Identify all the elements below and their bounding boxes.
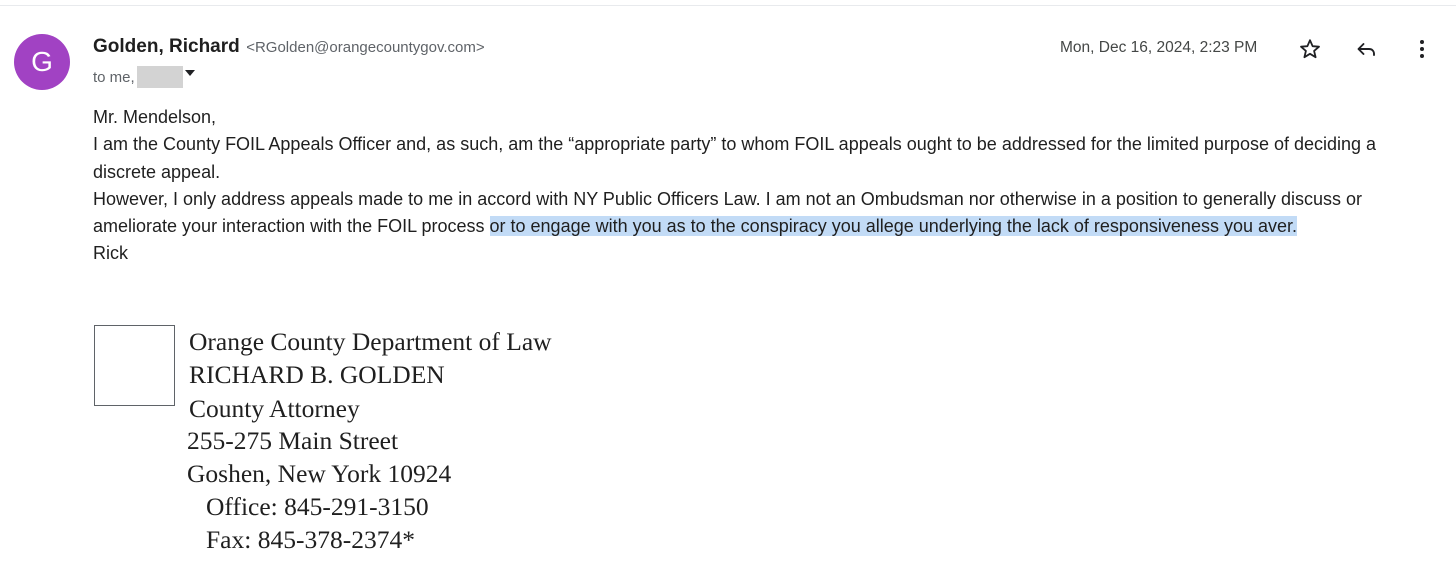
signature-street: 255-275 Main Street xyxy=(187,426,399,455)
sender-email: <RGolden@orangecountygov.com> xyxy=(246,39,485,56)
reply-icon xyxy=(1357,43,1375,56)
signature-office-phone: Office: 845-291-3150 xyxy=(206,492,429,521)
highlighted-text: or to engage with you as to the conspira… xyxy=(489,216,1298,237)
redacted-recipient xyxy=(136,66,183,88)
body-paragraph-2: However, I only address appeals made to … xyxy=(93,186,1413,241)
body-paragraph-1: I am the County FOIL Appeals Officer and… xyxy=(93,134,1377,182)
signature-logo-image xyxy=(94,325,175,406)
star-icon xyxy=(1300,39,1320,59)
reply-button[interactable] xyxy=(1352,35,1380,63)
recipients-prefix: to me, xyxy=(93,68,135,86)
message-timestamp: Mon, Dec 16, 2024, 2:23 PM xyxy=(1060,39,1258,56)
signature-name: RICHARD B. GOLDEN xyxy=(189,360,445,389)
more-options-button[interactable] xyxy=(1408,35,1436,63)
signoff: Rick xyxy=(93,243,128,264)
recipients-line: to me, xyxy=(93,66,195,88)
chevron-down-icon[interactable] xyxy=(184,70,195,76)
star-button[interactable] xyxy=(1296,35,1324,63)
signature-fax: Fax: 845-378-2374* xyxy=(206,525,415,554)
sender-line: Golden, Richard <RGolden@orangecountygov… xyxy=(93,36,485,58)
more-vert-icon xyxy=(1420,40,1424,58)
sender-avatar[interactable]: G xyxy=(14,34,70,90)
message-body: Mr. Mendelson, I am the County FOIL Appe… xyxy=(93,104,1413,268)
signature-org: Orange County Department of Law xyxy=(189,327,552,356)
signature-title: County Attorney xyxy=(189,394,360,423)
sender-name[interactable]: Golden, Richard xyxy=(93,36,240,57)
top-divider xyxy=(0,5,1456,6)
signature-city: Goshen, New York 10924 xyxy=(187,459,452,488)
salutation: Mr. Mendelson, xyxy=(93,107,217,127)
